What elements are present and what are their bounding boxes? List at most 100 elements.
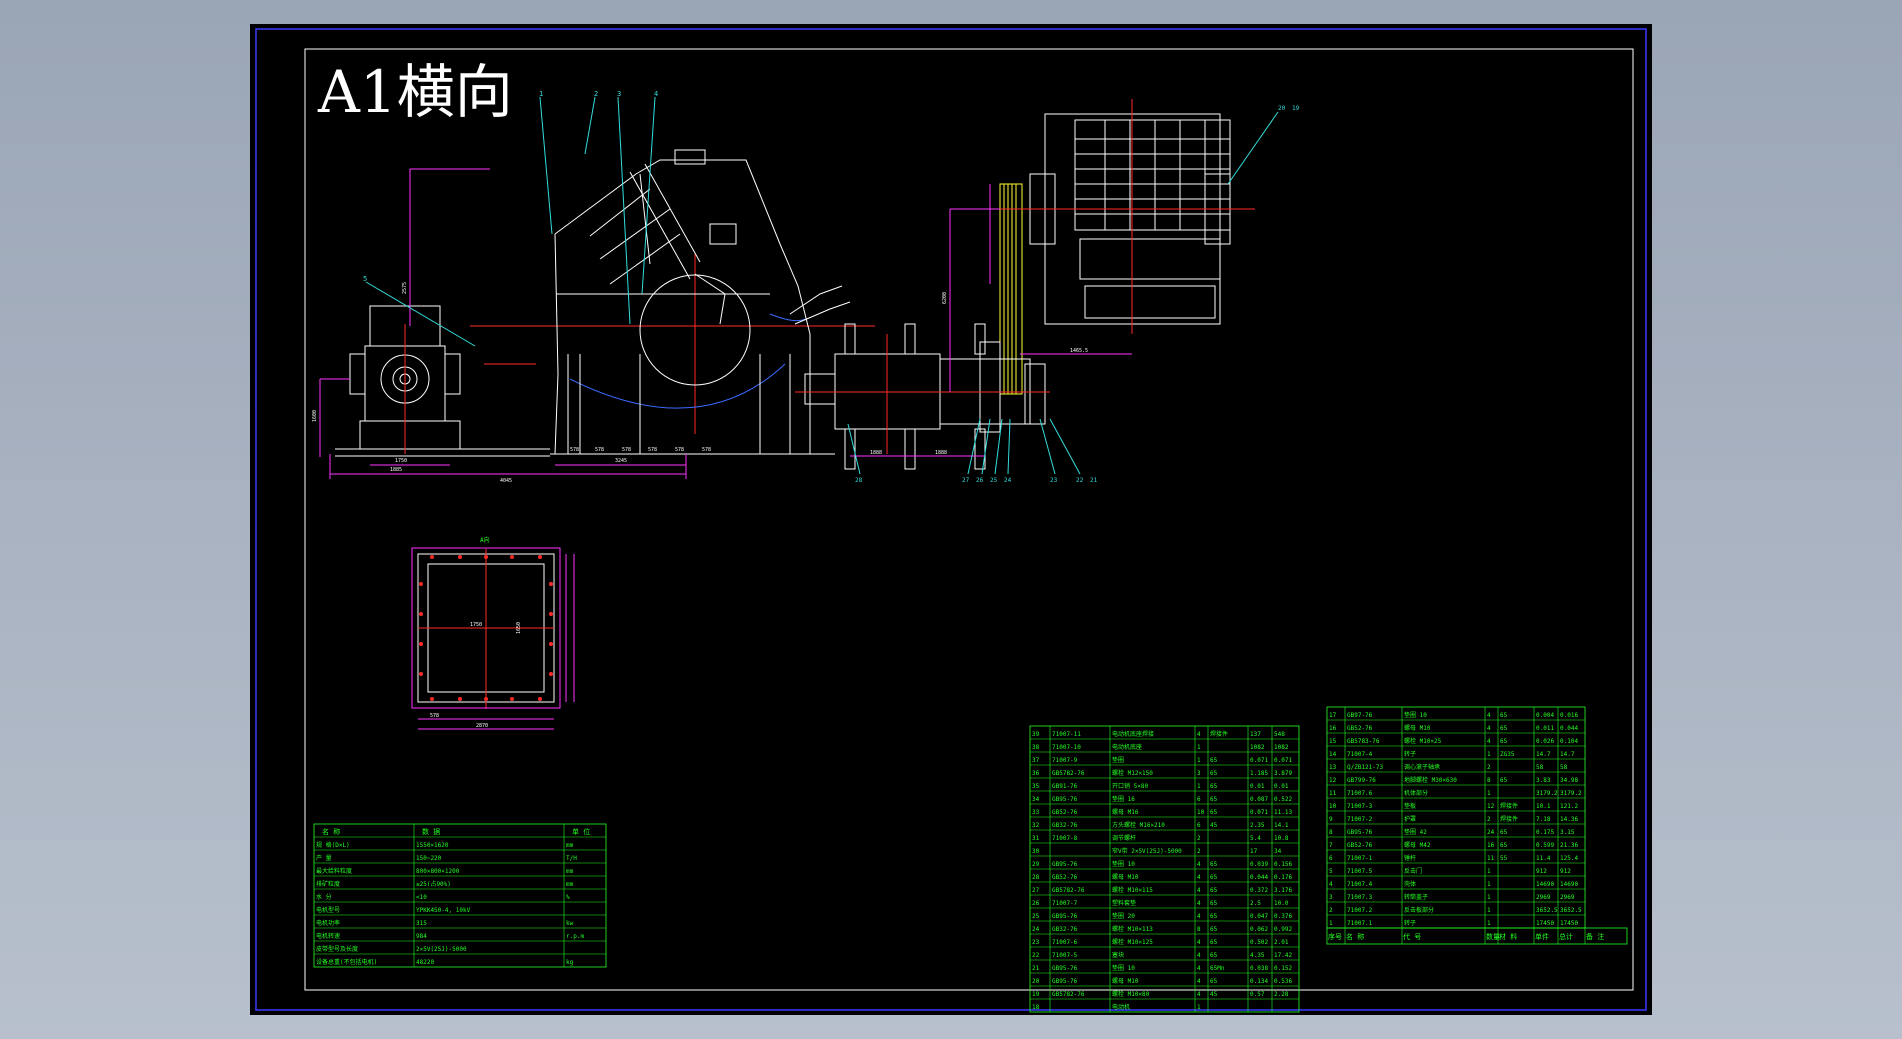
bom-right-r5-c2: 地脚螺栓 M30×630 bbox=[1404, 776, 1457, 784]
spec-r5-c1: YPKK450-4, 10kV bbox=[416, 907, 471, 914]
bom-right-r13-c0: 4 bbox=[1329, 881, 1333, 888]
bom-right-r15-c1: 71007.2 bbox=[1347, 907, 1373, 914]
bom-left-r15-c1: GB32-76 bbox=[1052, 926, 1078, 933]
spec-r2-c0: 最大给料粒度 bbox=[316, 867, 352, 875]
dim-front-2575: 2575 bbox=[402, 282, 408, 294]
bom-right-header-c7: 备 注 bbox=[1586, 932, 1604, 941]
dim-top-6200: 6200 bbox=[942, 292, 948, 304]
bom-right-r11-c4: 55 bbox=[1500, 855, 1508, 862]
dim-front-1750: 1750 bbox=[395, 458, 407, 464]
bom-left-r13-c2: 塑料套垫 bbox=[1112, 899, 1136, 907]
bom-right-r10-c1: GB52-76 bbox=[1347, 842, 1373, 849]
bom-right-r13-c1: 71007.4 bbox=[1347, 881, 1373, 888]
spec-r6-c0: 电机功率 bbox=[316, 919, 340, 927]
bom-left-r18-c4: 65Mn bbox=[1210, 965, 1225, 972]
bom-right-r5-c3: 8 bbox=[1487, 777, 1491, 784]
bom-left-r2-c1: 71007-9 bbox=[1052, 757, 1078, 764]
bom-right-r6-c2: 机体部分 bbox=[1404, 789, 1428, 797]
dim-section-2870: 2870 bbox=[476, 723, 488, 729]
bom-left-r17-c1: 71007-5 bbox=[1052, 952, 1078, 959]
bom-left-r6-c6: 11.13 bbox=[1274, 809, 1292, 816]
spec-r6-c1: 315 bbox=[416, 920, 427, 927]
dim-front-1600: 1600 bbox=[312, 410, 318, 422]
bom-right-r6-c3: 1 bbox=[1487, 790, 1491, 797]
bom-left-r3-c2: 螺栓 M12×150 bbox=[1112, 769, 1153, 777]
bom-right-r14-c5: 2969 bbox=[1536, 894, 1551, 901]
spec-r9-c1: 48220 bbox=[416, 959, 434, 966]
bom-right-r2-c3: 4 bbox=[1487, 738, 1491, 745]
bom-right-r15-c2: 反击板部分 bbox=[1404, 906, 1434, 914]
bom-right-r1-c0: 16 bbox=[1329, 725, 1337, 732]
balloon-25: 25 bbox=[990, 477, 998, 484]
bom-left-r20-c3: 4 bbox=[1197, 991, 1201, 998]
bom-left-r4-c2: 开口销 5×80 bbox=[1112, 782, 1148, 790]
bom-right-r16-c2: 转子 bbox=[1404, 919, 1416, 927]
spec-r1-c0: 产 量 bbox=[316, 854, 332, 862]
bom-right-r13-c6: 14690 bbox=[1560, 881, 1578, 888]
section-a-view bbox=[411, 547, 575, 730]
bom-left-r9-c6: 34 bbox=[1274, 848, 1282, 855]
spec-r9-c2: kg bbox=[566, 959, 574, 966]
bom-left-r2-c6: 0.071 bbox=[1274, 757, 1292, 764]
bom-left-r10-c1: GB95-76 bbox=[1052, 861, 1078, 868]
bom-right-r7-c0: 10 bbox=[1329, 803, 1337, 810]
bom-left-r19-c2: 螺母 M10 bbox=[1112, 977, 1139, 985]
bom-right-r15-c0: 2 bbox=[1329, 907, 1333, 914]
spec-r4-c1: <10 bbox=[416, 894, 427, 901]
spec-r1-c2: T/H bbox=[566, 855, 577, 862]
bom-left-r1-c2: 电动机底座 bbox=[1112, 743, 1142, 751]
bom-left-r19-c1: GB95-76 bbox=[1052, 978, 1078, 985]
bom-left-r2-c4: 65 bbox=[1210, 757, 1218, 764]
bom-left-r17-c0: 22 bbox=[1032, 952, 1040, 959]
cad-drawing: A1横向 1 2 3 4 5 1750 1885 4045 3245 578 5… bbox=[255, 28, 1647, 1013]
bom-left-r3-c0: 36 bbox=[1032, 770, 1040, 777]
dim-front-578-f: 578 bbox=[702, 447, 711, 453]
bom-right-r12-c2: 反击门 bbox=[1404, 867, 1422, 875]
bom-left-r18-c1: GB95-76 bbox=[1052, 965, 1078, 972]
bom-right-r0-c3: 4 bbox=[1487, 712, 1491, 719]
bom-left-r12-c0: 27 bbox=[1032, 887, 1040, 894]
bom-right-r12-c3: 1 bbox=[1487, 868, 1491, 875]
bom-right-r16-c5: 17450 bbox=[1536, 920, 1554, 927]
section-a-labels: A向 1750 2870 1650 578 bbox=[430, 536, 522, 729]
bom-table-left: 39 71007-11 电动机底座焊接 4 焊接件 137 54838 71007-10 电动机… bbox=[1029, 725, 1300, 1013]
bom-left-r4-c6: 0.01 bbox=[1274, 783, 1289, 790]
spec-r4-c0: 水 分 bbox=[316, 893, 332, 901]
dim-top-1888-b: 1888 bbox=[935, 450, 947, 456]
bom-left-r16-c3: 4 bbox=[1197, 939, 1201, 946]
bom-left-r7-c3: 6 bbox=[1197, 822, 1201, 829]
spec-r8-c0: 皮带型号及长度 bbox=[316, 945, 358, 953]
bom-right-r7-c3: 12 bbox=[1487, 803, 1495, 810]
spec-r8-c1: 2×5V(25J)-5000 bbox=[416, 946, 467, 953]
dim-front-1885: 1885 bbox=[390, 467, 402, 473]
bom-left-r5-c0: 34 bbox=[1032, 796, 1040, 803]
bom-right-r1-c5: 0.011 bbox=[1536, 725, 1554, 732]
bom-left-r14-c1: GB95-76 bbox=[1052, 913, 1078, 920]
bom-left-r0-c2: 电动机底座焊接 bbox=[1112, 730, 1154, 738]
bom-left-r13-c4: 65 bbox=[1210, 900, 1218, 907]
spec-r3-c1: ≤25(占90%) bbox=[416, 880, 451, 888]
bom-left-r12-c1: GB5782-76 bbox=[1052, 887, 1085, 894]
bom-left-r3-c4: 65 bbox=[1210, 770, 1218, 777]
bom-right-r3-c5: 14.7 bbox=[1536, 751, 1551, 758]
bom-right-r10-c0: 7 bbox=[1329, 842, 1333, 849]
dim-section-1750: 1750 bbox=[470, 622, 482, 628]
balloon-22: 22 bbox=[1076, 477, 1084, 484]
spec-r4-c2: % bbox=[566, 894, 570, 901]
bom-left-r10-c0: 29 bbox=[1032, 861, 1040, 868]
bom-right-r14-c3: 1 bbox=[1487, 894, 1491, 901]
spec-header-c2: 单 位 bbox=[572, 827, 590, 836]
spec-header-c0: 名 称 bbox=[322, 827, 340, 836]
bom-left-r19-c5: 0.134 bbox=[1250, 978, 1268, 985]
bom-right-r16-c1: 71007.1 bbox=[1347, 920, 1373, 927]
spec-r0-c1: 1550×1620 bbox=[416, 842, 449, 849]
bom-left-r20-c1: GB5782-76 bbox=[1052, 991, 1085, 998]
spec-r2-c1: 800×800×1200 bbox=[416, 868, 460, 875]
dim-front-578-e: 578 bbox=[675, 447, 684, 453]
bom-right-r16-c3: 1 bbox=[1487, 920, 1491, 927]
bom-left-r16-c1: 71007-6 bbox=[1052, 939, 1078, 946]
bom-left-r16-c2: 螺栓 M10×125 bbox=[1112, 938, 1153, 946]
bom-right-r5-c1: GB799-76 bbox=[1347, 777, 1376, 784]
bom-right-r0-c1: GB97-76 bbox=[1347, 712, 1373, 719]
bom-right-r11-c3: 11 bbox=[1487, 855, 1495, 862]
